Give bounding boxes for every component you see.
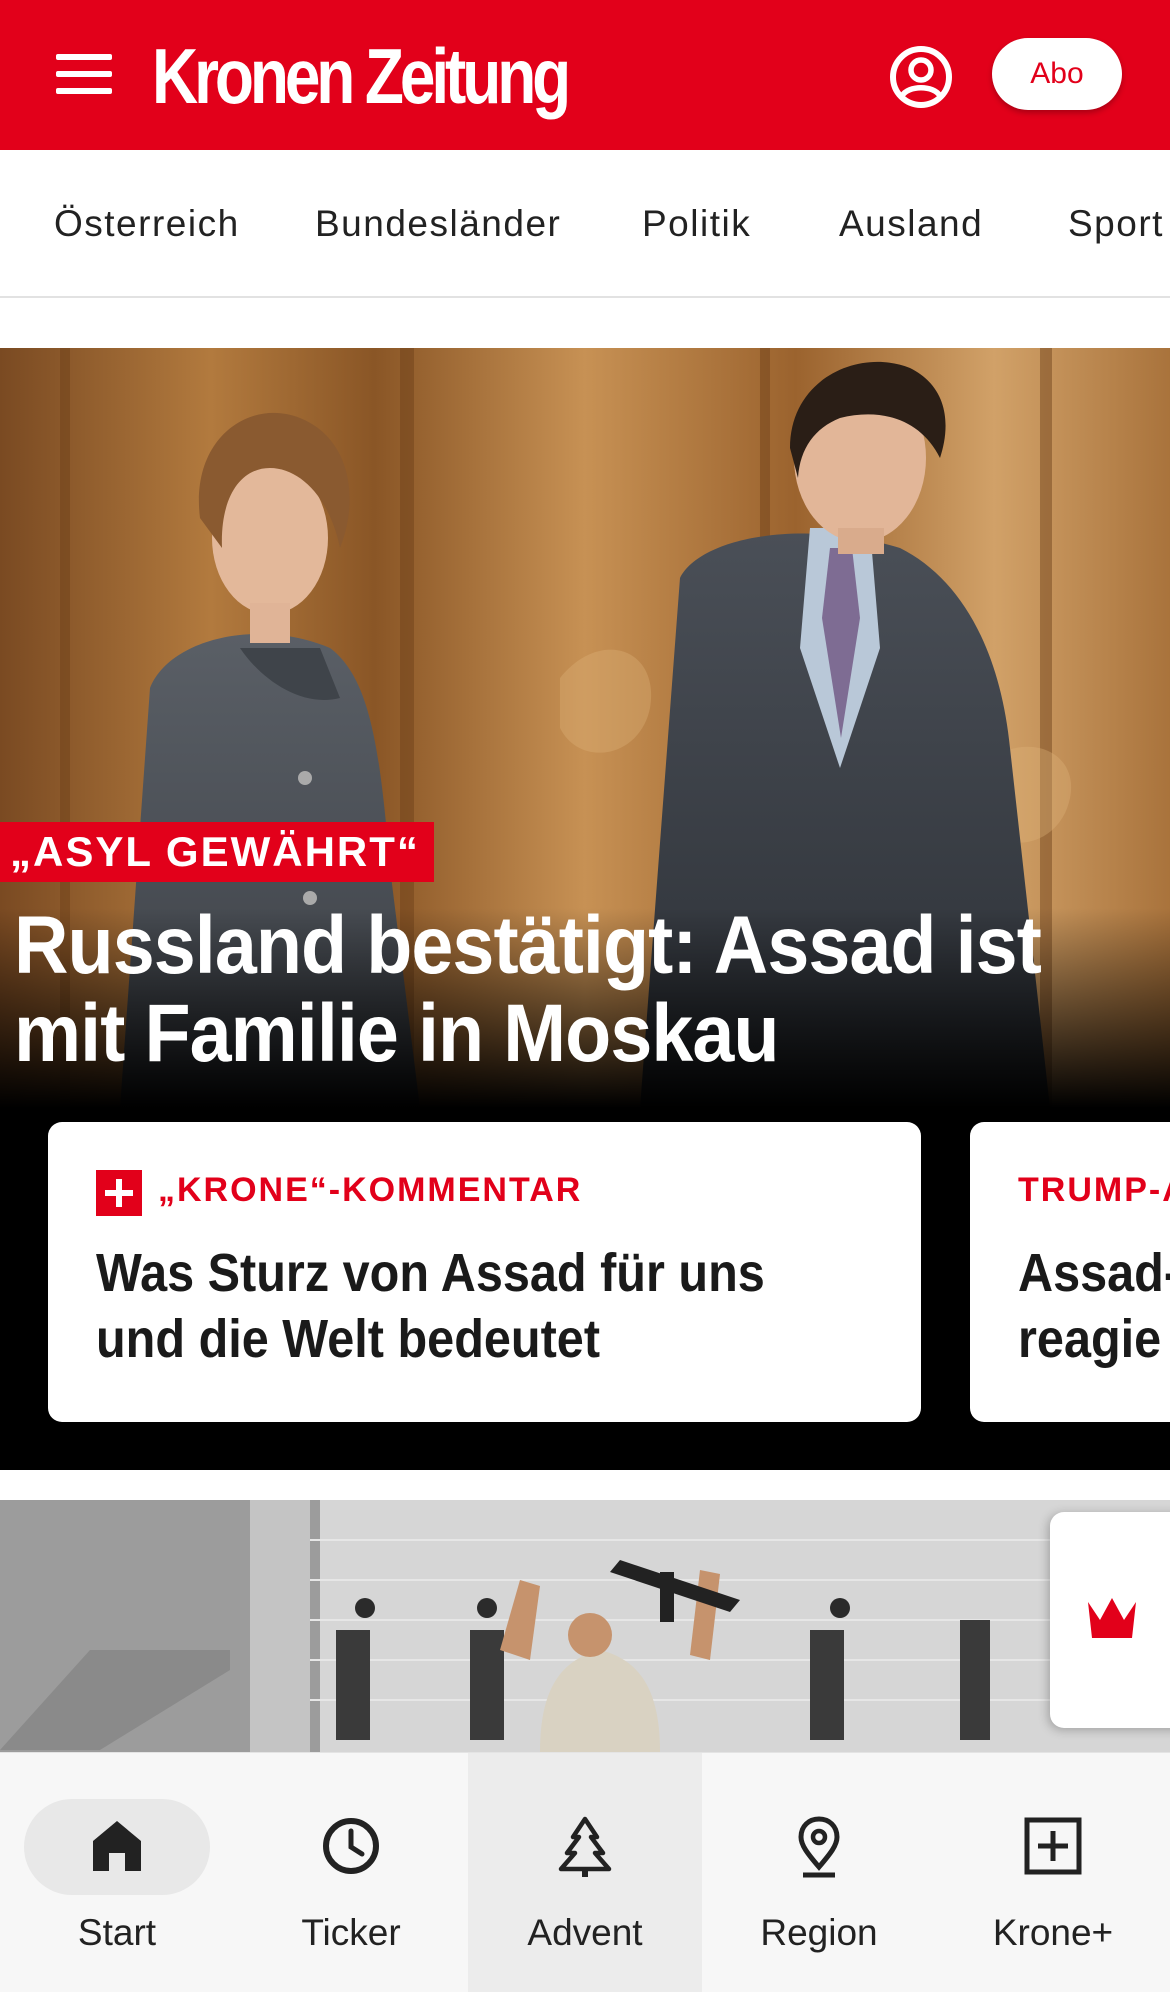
teaser-kicker: TRUMP-A <box>1018 1171 1170 1209</box>
nav-ticker[interactable]: Ticker <box>234 1753 468 1992</box>
hero-headline[interactable]: Russland bestätigt: Assad ist mit Famili… <box>14 902 1063 1078</box>
nav-label: Start <box>77 1912 157 1953</box>
hero-kicker-badge: „ASYL GEWÄHRT“ <box>0 822 434 882</box>
clock-icon <box>323 1818 379 1874</box>
site-logo[interactable]: Kronen Zeitung <box>152 34 571 118</box>
teaser-title: Was Sturz von Assad für uns und die Welt… <box>96 1243 765 1369</box>
teaser-title-line: reagie <box>1018 1309 1162 1369</box>
bottom-navigation: Start Ticker Advent Region Krone+ <box>0 1752 1170 1992</box>
teaser-title: Assad- reagie <box>1018 1240 1170 1372</box>
krone-plus-icon <box>96 1170 142 1216</box>
teaser-card-kommentar[interactable]: „KRONE“-KOMMENTAR Was Sturz von Assad fü… <box>48 1122 921 1422</box>
user-account-icon[interactable] <box>888 44 954 110</box>
nav-start[interactable]: Start <box>0 1753 234 1992</box>
crown-icon <box>1088 1598 1136 1638</box>
home-icon <box>93 1821 141 1871</box>
nav-krone-plus[interactable]: Krone+ <box>936 1753 1170 1992</box>
tree-icon <box>558 1816 612 1877</box>
nav-label: Region <box>760 1912 878 1953</box>
category-oesterreich[interactable]: Österreich <box>54 202 240 246</box>
nav-label: Ticker <box>301 1912 401 1953</box>
abo-button[interactable]: Abo <box>992 38 1122 110</box>
nav-region[interactable]: Region <box>702 1753 936 1992</box>
top-app-bar: Kronen Zeitung Abo <box>0 0 1170 150</box>
article-photo[interactable] <box>0 1500 1170 1752</box>
category-sport[interactable]: Sport <box>1068 202 1164 246</box>
category-ausland[interactable]: Ausland <box>839 202 983 246</box>
teaser-kicker: „KRONE“-KOMMENTAR <box>158 1171 583 1209</box>
plus-box-icon <box>1024 1817 1082 1875</box>
teaser-title-line: Assad- <box>1018 1243 1170 1303</box>
category-nav: Österreich Bundesländer Politik Ausland … <box>0 150 1170 298</box>
location-pin-icon <box>798 1816 840 1878</box>
krone-floating-widget[interactable] <box>1050 1512 1170 1728</box>
hero-article[interactable]: „ASYL GEWÄHRT“ Russland bestätigt: Assad… <box>0 348 1170 1470</box>
menu-icon[interactable] <box>56 52 112 96</box>
nav-label: Krone+ <box>992 1912 1114 1953</box>
nav-label: Advent <box>527 1912 643 1953</box>
category-bundeslaender[interactable]: Bundesländer <box>315 202 561 246</box>
nav-advent[interactable]: Advent <box>468 1753 702 1992</box>
category-politik[interactable]: Politik <box>642 202 751 246</box>
teaser-card-trump[interactable]: TRUMP-A Assad- reagie <box>970 1122 1170 1422</box>
